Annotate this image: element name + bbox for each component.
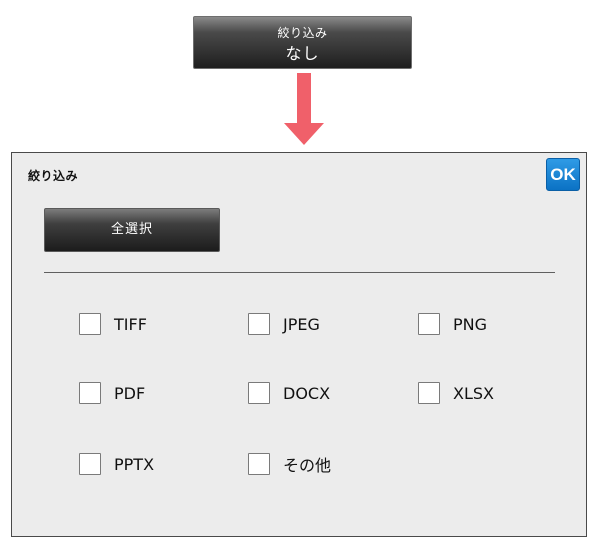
option-label-pdf: PDF [114, 383, 146, 403]
option-jpeg[interactable]: JPEG [248, 311, 320, 337]
option-tiff[interactable]: TIFF [79, 311, 147, 337]
filter-summary-title: 絞り込み [277, 26, 328, 40]
option-label-pptx: PPTX [114, 454, 155, 474]
checkbox-xlsx[interactable] [418, 382, 440, 404]
divider [44, 272, 555, 273]
option-other[interactable]: その他 [248, 451, 331, 477]
down-arrow-icon [284, 73, 324, 145]
option-label-png: PNG [453, 314, 488, 334]
option-png[interactable]: PNG [418, 311, 487, 337]
option-label-docx: DOCX [283, 383, 331, 403]
option-pdf[interactable]: PDF [79, 380, 145, 406]
checkbox-png[interactable] [418, 313, 440, 335]
option-xlsx[interactable]: XLSX [418, 380, 494, 406]
filter-summary-value: なし [285, 44, 320, 63]
select-all-button[interactable]: 全選択 [44, 208, 220, 252]
option-label-xlsx: XLSX [453, 383, 494, 403]
ok-button[interactable]: OK [546, 158, 580, 191]
checkbox-pdf[interactable] [79, 382, 101, 404]
filter-summary-button[interactable]: 絞り込み なし [193, 16, 412, 69]
filter-dialog: 絞り込み OK 全選択 TIFF JPEG PNG PDF DOCX XLSX [11, 152, 587, 537]
screen: 絞り込み なし 絞り込み OK 全選択 TIFF JPEG PNG PDF DO… [0, 0, 598, 547]
checkbox-other[interactable] [248, 453, 270, 475]
option-pptx[interactable]: PPTX [79, 451, 154, 477]
checkbox-docx[interactable] [248, 382, 270, 404]
option-label-other: その他 [283, 456, 332, 475]
checkbox-jpeg[interactable] [248, 313, 270, 335]
option-label-jpeg: JPEG [283, 314, 320, 334]
checkbox-pptx[interactable] [79, 453, 101, 475]
option-label-tiff: TIFF [114, 314, 147, 334]
dialog-title: 絞り込み [28, 169, 79, 183]
checkbox-tiff[interactable] [79, 313, 101, 335]
option-docx[interactable]: DOCX [248, 380, 330, 406]
